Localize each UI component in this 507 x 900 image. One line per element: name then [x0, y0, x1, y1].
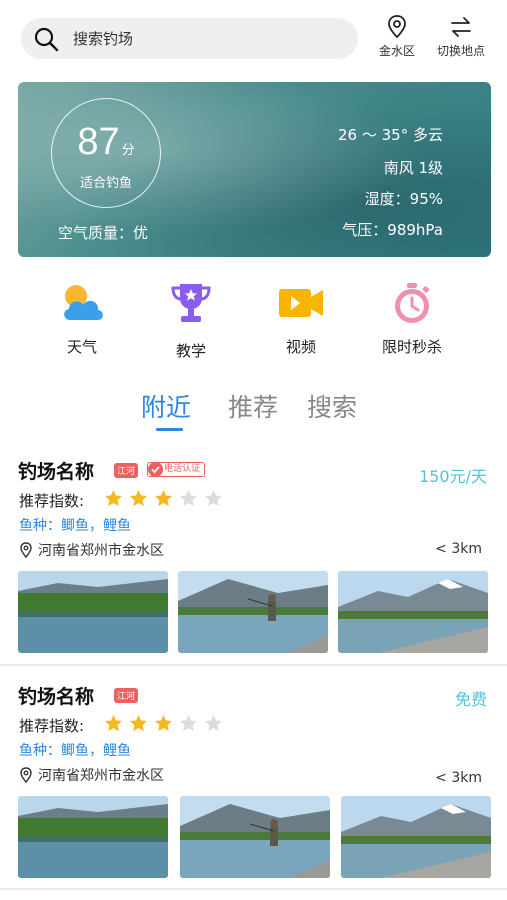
menu-teaching[interactable]: 教学	[146, 280, 236, 361]
weather-banner[interactable]: 87 分 适合钓鱼 空气质量：优 26 ～ 35° 多云 南风 1级 湿度：95%…	[18, 82, 491, 257]
card-divider	[0, 664, 507, 666]
listing-address-text: 河南省郑州市金水区	[38, 768, 164, 784]
star-empty-icon	[204, 489, 223, 507]
star-empty-icon	[179, 714, 198, 732]
fish-species: 鱼种：鲫鱼，鲤鱼	[19, 743, 131, 759]
location-pin-icon	[388, 15, 406, 39]
rating-stars	[104, 714, 223, 733]
fish-species: 鱼种：鲫鱼，鲤鱼	[19, 518, 131, 534]
angler-photo	[180, 796, 330, 878]
mountain-lake-photo	[341, 796, 491, 878]
listing-name: 钓场名称	[18, 461, 95, 483]
fishing-score: 87 分	[52, 121, 160, 164]
search-icon	[34, 27, 59, 51]
menu-weather[interactable]: 天气	[37, 280, 127, 357]
listing-price: 150元/天	[419, 467, 487, 486]
listing-photo[interactable]	[180, 796, 330, 878]
temperature: 26 ～ 35° 多云	[338, 126, 443, 144]
rating-label: 推荐指数:	[19, 717, 85, 735]
video-icon	[279, 289, 323, 317]
wind: 南风 1级	[383, 159, 443, 177]
menu-weather-label: 天气	[66, 338, 97, 356]
tab-recommended[interactable]: 推荐	[228, 388, 278, 424]
search-placeholder: 搜索钓场	[73, 30, 134, 48]
location-pin-icon	[20, 542, 32, 558]
location-pin-icon	[20, 767, 32, 783]
star-filled-icon	[129, 714, 148, 732]
fishing-score-value: 87	[77, 121, 120, 163]
listing-address: 河南省郑州市金水区	[19, 765, 164, 785]
switch-location-label: 切换地点	[436, 44, 485, 58]
listing-tag: 江河	[114, 688, 139, 703]
river-photo	[18, 571, 168, 653]
menu-video-label: 视频	[285, 338, 316, 356]
timer-icon	[395, 283, 430, 323]
listing-photo[interactable]	[18, 571, 168, 653]
fishing-score-desc: 适合钓鱼	[79, 176, 132, 191]
tab-search[interactable]: 搜索	[307, 388, 357, 424]
fishing-score-unit: 分	[121, 142, 135, 157]
pressure: 气压：989hPa	[342, 221, 443, 239]
tab-active-indicator	[156, 428, 183, 431]
star-filled-icon	[104, 489, 123, 507]
menu-flash-sale-label: 限时秒杀	[381, 338, 442, 356]
listing-photo[interactable]	[341, 796, 491, 878]
card-divider	[0, 888, 507, 890]
menu-teaching-label: 教学	[175, 342, 206, 360]
listing-address-text: 河南省郑州市金水区	[38, 543, 164, 559]
listing-photo[interactable]	[178, 571, 328, 653]
check-icon	[148, 462, 163, 477]
location-label: 金水区	[378, 44, 415, 58]
humidity: 湿度：95%	[364, 190, 443, 208]
tab-nearby[interactable]: 附近	[141, 388, 191, 424]
listing-photo[interactable]	[338, 571, 488, 653]
rating-label: 推荐指数:	[19, 492, 85, 510]
star-empty-icon	[179, 489, 198, 507]
star-filled-icon	[154, 489, 173, 507]
listing-address: 河南省郑州市金水区	[19, 540, 164, 560]
trophy-icon	[171, 284, 211, 322]
switch-location-button[interactable]: 切换地点	[430, 14, 492, 59]
weather-icon	[64, 285, 103, 320]
angler-photo	[178, 571, 328, 653]
rating-stars	[104, 489, 223, 508]
menu-video[interactable]: 视频	[256, 280, 346, 357]
star-filled-icon	[129, 489, 148, 507]
star-filled-icon	[154, 714, 173, 732]
river-photo	[18, 796, 168, 878]
mountain-lake-photo	[338, 571, 488, 653]
top-bar: 搜索钓场 金水区 切换地点	[0, 0, 507, 78]
listing-photo[interactable]	[18, 796, 168, 878]
listing-distance: < 3km	[435, 541, 482, 557]
listing-name: 钓场名称	[18, 686, 95, 708]
listing-card[interactable]: 钓场名称 江河 免费 推荐指数: 鱼种：鲫鱼，鲤鱼 河南省郑州市金水区 < 3k…	[0, 680, 507, 890]
air-quality: 空气质量：优	[58, 224, 149, 242]
menu-flash-sale[interactable]: 限时秒杀	[367, 280, 457, 357]
star-filled-icon	[104, 714, 123, 732]
star-empty-icon	[204, 714, 223, 732]
listing-price: 免费	[454, 690, 487, 709]
phone-verified-label: 电话认证	[164, 464, 201, 474]
location-button[interactable]: 金水区	[374, 14, 420, 59]
listing-card[interactable]: 钓场名称 江河 电话认证 150元/天 推荐指数: 鱼种：鲫鱼，鲤鱼 河南省郑州…	[0, 455, 507, 665]
swap-arrows-icon	[451, 17, 471, 37]
listing-distance: < 3km	[435, 770, 482, 786]
listing-tag: 江河	[114, 463, 139, 478]
phone-verified-badge: 电话认证	[147, 462, 206, 477]
search-input[interactable]: 搜索钓场	[21, 18, 358, 59]
fishing-score-ring: 87 分 适合钓鱼	[51, 98, 161, 208]
